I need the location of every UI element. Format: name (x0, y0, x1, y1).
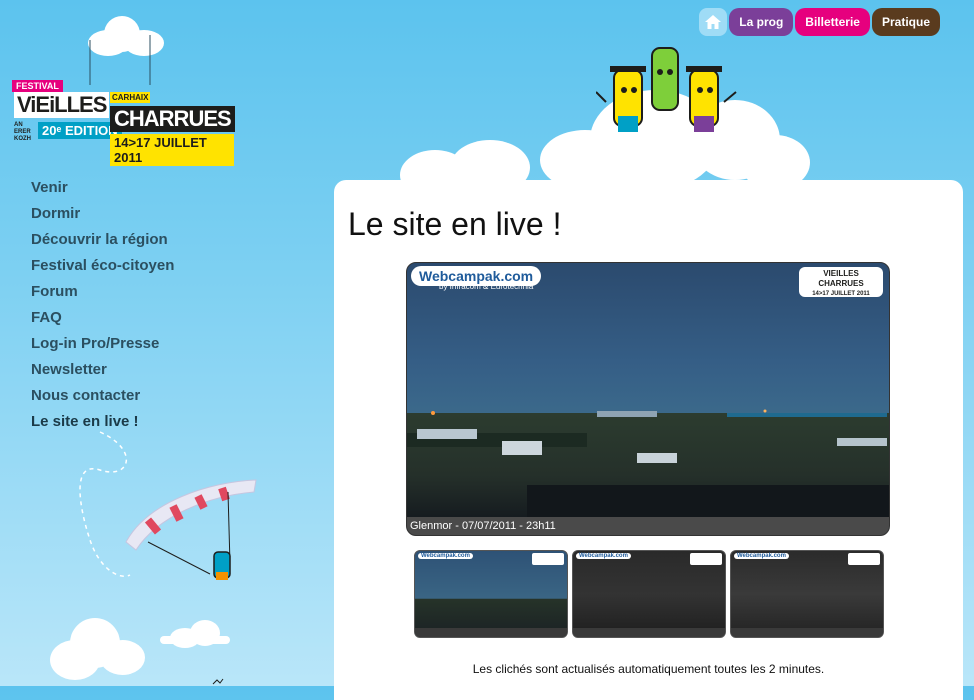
webcampak-sublogo: by Infracom & Eurotechnia (439, 282, 534, 291)
menu-item-newsletter[interactable]: Newsletter (31, 360, 174, 386)
bird-illustration (212, 678, 224, 685)
webcam-thumbnail-2[interactable]: Webcampak.com (572, 550, 726, 638)
webcam-thumbnail-1[interactable]: Webcampak.com (414, 550, 568, 638)
badge-line2: CHARRUES (818, 279, 864, 288)
logo-festival-text: FESTIVAL (12, 80, 63, 92)
webcam-thumbnails: Webcampak.com Webcampak.com Webcampak.co… (414, 550, 884, 638)
menu-item-festival-eco-citoyen[interactable]: Festival éco-citoyen (31, 256, 174, 282)
thumb-logo: Webcampak.com (418, 553, 473, 559)
festival-logo[interactable]: FESTIVAL ViEiLLES CARHAIX AN ERER KOZH 2… (12, 78, 235, 166)
nav-billetterie-label: Billetterie (805, 15, 860, 29)
logo-dates-text: 14>17 JUILLET 2011 (110, 134, 234, 166)
thumb-caption (415, 628, 567, 637)
top-nav: La prog Billetterie Pratique (699, 8, 940, 36)
menu-item-forum[interactable]: Forum (31, 282, 174, 308)
menu-item-nous-contacter[interactable]: Nous contacter (31, 386, 174, 412)
cloud-decoration (160, 636, 230, 644)
logo-vieilles-text: ViEiLLES (14, 92, 110, 118)
content-panel: Le site en live ! Webcampak.com by Infra… (334, 180, 963, 700)
nav-pratique[interactable]: Pratique (871, 8, 940, 36)
main-menu: Venir Dormir Découvrir la région Festiva… (31, 178, 174, 438)
thumb-logo: Webcampak.com (576, 553, 631, 559)
webcam-main-image[interactable]: Webcampak.com by Infracom & Eurotechnia … (406, 262, 890, 536)
logo-aber-text: AN ERER KOZH (14, 122, 31, 142)
thumb-logo: Webcampak.com (734, 553, 789, 559)
nav-la-prog[interactable]: La prog (729, 8, 794, 36)
menu-item-dormir[interactable]: Dormir (31, 204, 174, 230)
webcam-festival-badge: VIEILLES CHARRUES 14>17 JUILLET 2011 (799, 267, 883, 297)
logo-charrues-text: CHARRUES (110, 106, 235, 132)
home-button[interactable] (699, 8, 728, 36)
nav-pratique-label: Pratique (881, 15, 930, 29)
home-icon (705, 15, 722, 29)
menu-item-login-pro-presse[interactable]: Log-in Pro/Presse (31, 334, 174, 360)
mascot-illustration (596, 47, 737, 132)
paraglider-illustration (125, 479, 257, 580)
webcam-caption: Glenmor - 07/07/2011 - 23h11 (407, 517, 889, 535)
webcam-field-tents (407, 409, 887, 463)
refresh-note: Les clichés sont actualisés automatiquem… (472, 662, 825, 676)
logo-carhaix-text: CARHAIX (110, 92, 151, 103)
cloud-decoration (100, 640, 145, 675)
webcam-thumbnail-3[interactable]: Webcampak.com (730, 550, 884, 638)
thumb-caption (573, 628, 725, 637)
thumb-badge (848, 553, 880, 565)
nav-billetterie[interactable]: Billetterie (795, 8, 870, 36)
thumb-caption (731, 628, 883, 637)
badge-line3: 14>17 JUILLET 2011 (812, 291, 870, 297)
menu-item-faq[interactable]: FAQ (31, 308, 174, 334)
badge-line1: VIEILLES (823, 269, 859, 278)
thumb-badge (532, 553, 564, 565)
page-title: Le site en live ! (348, 206, 562, 242)
nav-la-prog-label: La prog (739, 15, 784, 29)
menu-item-venir[interactable]: Venir (31, 178, 174, 204)
menu-item-decouvrir-region[interactable]: Découvrir la région (31, 230, 174, 256)
webcam-roof (527, 485, 889, 517)
thumb-badge (690, 553, 722, 565)
